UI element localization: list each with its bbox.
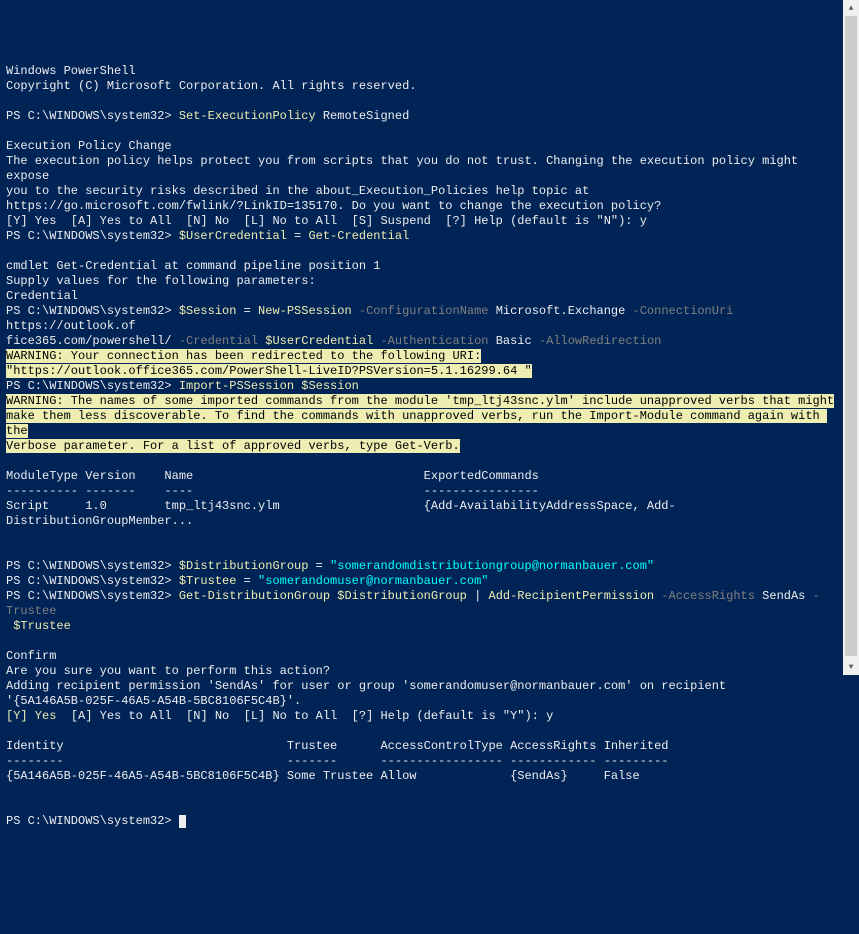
prompt: PS C:\WINDOWS\system32> (6, 229, 179, 243)
param: -Authentication (373, 334, 488, 348)
table-row: Script 1.0 tmp_ltj43snc.ylm {Add-Availab… (6, 499, 676, 528)
policy-text: you to the security risks described in t… (6, 184, 589, 198)
param: -ConfigurationName (352, 304, 489, 318)
confirm-prompt: [A] Yes to All [N] No [L] No to All [?] … (56, 709, 553, 723)
confirm-title: Confirm (6, 649, 56, 663)
variable: $Session (294, 379, 359, 393)
prompt: PS C:\WINDOWS\system32> (6, 574, 179, 588)
variable: $Session (179, 304, 237, 318)
prompt: PS C:\WINDOWS\system32> (6, 109, 179, 123)
scroll-up-arrow-icon[interactable]: ▲ (843, 0, 859, 16)
scrollbar-track[interactable] (843, 16, 859, 659)
cmdlet: Get-Credential (308, 229, 409, 243)
output-line: Supply values for the following paramete… (6, 274, 316, 288)
cmdlet: New-PSSession (258, 304, 352, 318)
variable: $UserCredential (258, 334, 373, 348)
variable: $Trustee (6, 619, 71, 633)
eq: = (287, 229, 309, 243)
header-line: Windows PowerShell (6, 64, 136, 78)
variable: $UserCredential (179, 229, 287, 243)
table-row: {5A146A5B-025F-46A5-A54B-5BC8106F5C4B} S… (6, 769, 640, 783)
yes-option: [Y] Yes (6, 709, 56, 723)
prompt: PS C:\WINDOWS\system32> (6, 559, 179, 573)
string: "somerandomuser@normanbauer.com" (258, 574, 488, 588)
paramval: Microsoft.Exchange (489, 304, 626, 318)
table-divider: ---------- ------- ---- ---------------- (6, 484, 539, 498)
prompt: PS C:\WINDOWS\system32> (6, 814, 179, 828)
confirm-q: Are you sure you want to perform this ac… (6, 664, 330, 678)
variable: $DistributionGroup (330, 589, 467, 603)
variable: $DistributionGroup (179, 559, 309, 573)
prompt: PS C:\WINDOWS\system32> (6, 304, 179, 318)
eq: = (236, 574, 258, 588)
header-line: Copyright (C) Microsoft Corporation. All… (6, 79, 416, 93)
cmdlet: Add-RecipientPermission (489, 589, 655, 603)
prompt: PS C:\WINDOWS\system32> (6, 589, 179, 603)
scrollbar-thumb[interactable] (845, 16, 857, 656)
scroll-down-arrow-icon[interactable]: ▼ (843, 659, 859, 675)
warning-line: WARNING: The names of some imported comm… (6, 394, 834, 408)
paramval: Basic (489, 334, 532, 348)
confirm-line: Adding recipient permission 'SendAs' for… (6, 679, 726, 693)
policy-text: https://go.microsoft.com/fwlink/?LinkID=… (6, 199, 661, 213)
warning-line: make them less discoverable. To find the… (6, 409, 827, 438)
param: -ConnectionUri (625, 304, 733, 318)
output-line: cmdlet Get-Credential at command pipelin… (6, 259, 380, 273)
cmdlet: Import-PSSession (179, 379, 294, 393)
param: -Credential (172, 334, 258, 348)
policy-text: The execution policy helps protect you f… (6, 154, 805, 183)
scrollbar[interactable]: ▲ ▼ (843, 0, 859, 675)
arg: RemoteSigned (316, 109, 410, 123)
param: -AllowRedirection (532, 334, 662, 348)
pipe: | (467, 589, 489, 603)
cursor[interactable] (179, 815, 186, 828)
warning-line: "https://outlook.office365.com/PowerShel… (6, 364, 532, 378)
terminal-output[interactable]: Windows PowerShell Copyright (C) Microso… (6, 64, 843, 829)
table-header: Identity Trustee AccessControlType Acces… (6, 739, 669, 753)
eq: = (308, 559, 330, 573)
string: "somerandomdistributiongroup@normanbauer… (330, 559, 654, 573)
confirm-line: '{5A146A5B-025F-46A5-A54B-5BC8106F5C4B}'… (6, 694, 301, 708)
warning-line: Verbose parameter. For a list of approve… (6, 439, 460, 453)
paramval: SendAs (755, 589, 805, 603)
eq: = (236, 304, 258, 318)
paramval: fice365.com/powershell/ (6, 334, 172, 348)
policy-prompt: [Y] Yes [A] Yes to All [N] No [L] No to … (6, 214, 647, 228)
cmdlet: Set-ExecutionPolicy (179, 109, 316, 123)
prompt: PS C:\WINDOWS\system32> (6, 379, 179, 393)
variable: $Trustee (179, 574, 237, 588)
cmdlet: Get-DistributionGroup (179, 589, 330, 603)
param: -AccessRights (654, 589, 755, 603)
policy-title: Execution Policy Change (6, 139, 172, 153)
table-header: ModuleType Version Name ExportedCommands (6, 469, 539, 483)
output-line: Credential (6, 289, 78, 303)
table-divider: -------- ------- ----------------- -----… (6, 754, 669, 768)
warning-line: WARNING: Your connection has been redire… (6, 349, 481, 363)
